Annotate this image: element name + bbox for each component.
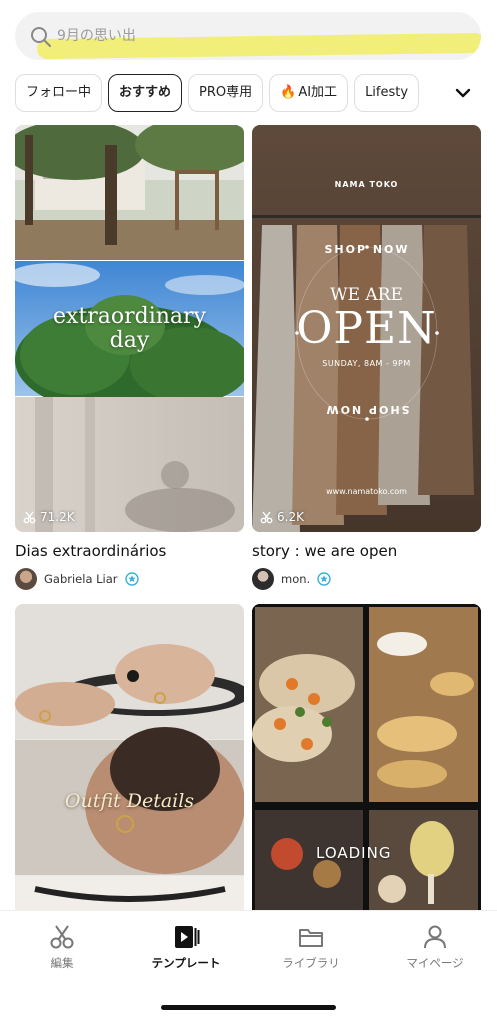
overlay-text: LOADING: [316, 844, 392, 862]
template-title[interactable]: Dias extraordinários: [15, 542, 166, 560]
chip-ai-edit[interactable]: 🔥 AI加工: [269, 74, 349, 112]
avatar: [15, 568, 37, 590]
verified-badge-icon: [317, 572, 331, 586]
author-row[interactable]: mon.: [252, 568, 331, 590]
tab-label: マイページ: [406, 956, 464, 970]
thumbnail-image: [252, 604, 481, 910]
tab-label: テンプレート: [151, 956, 221, 970]
shop-now-bottom: SHOP NOW: [324, 403, 410, 416]
search-icon: [31, 27, 51, 47]
home-indicator[interactable]: [161, 1005, 336, 1010]
chip-pro-only[interactable]: PRO専用: [188, 74, 264, 112]
open-text: OPEN: [296, 303, 437, 354]
scissors-icon: [50, 925, 74, 949]
author-name: Gabriela Liar: [44, 572, 118, 586]
use-count: 71.2K: [23, 510, 75, 524]
category-chips: フォロー中 おすすめ PRO専用 🔥 AI加工 Lifesty: [15, 74, 440, 112]
tab-library[interactable]: ライブラリ: [256, 923, 366, 971]
search-bar[interactable]: [15, 12, 481, 60]
verified-badge-icon: [124, 572, 139, 586]
chip-ai-edit-label: AI加工: [298, 85, 338, 100]
website-text: www.namatoko.com: [326, 487, 407, 496]
template-thumbnail[interactable]: NAMA TOKO SHOP NOW SHOP NOW WE ARE OPEN …: [252, 125, 481, 532]
fire-icon: 🔥: [280, 85, 297, 100]
brand-name: NAMA TOKO: [334, 180, 399, 189]
scissors-icon: [23, 511, 36, 523]
tab-templates[interactable]: テンプレート: [131, 923, 241, 971]
overlay-line-1: extraordinary: [52, 304, 206, 329]
avatar: [252, 568, 274, 590]
chip-recommended[interactable]: おすすめ: [108, 74, 183, 112]
author-name: mon.: [281, 572, 311, 586]
overlay-line-2: day: [109, 328, 150, 353]
tab-label: ライブラリ: [282, 956, 340, 970]
overlay-text: Outfit Details: [64, 790, 195, 812]
template-card[interactable]: LOADING: [252, 604, 481, 910]
chip-lifestyle[interactable]: Lifesty: [354, 74, 420, 112]
shop-now-top: SHOP NOW: [324, 243, 410, 256]
scissors-icon: [260, 511, 273, 523]
use-count-value: 71.2K: [40, 510, 75, 524]
chevron-down-icon[interactable]: [452, 82, 474, 104]
use-count-value: 6.2K: [277, 510, 304, 524]
template-icon: [175, 926, 200, 948]
template-card[interactable]: extraordinary day 71.2K Dias extraordiná…: [15, 125, 244, 595]
we-are-text: WE ARE: [330, 285, 403, 305]
chip-following[interactable]: フォロー中: [15, 74, 103, 112]
thumbnail-image: [15, 604, 244, 910]
template-card[interactable]: NAMA TOKO SHOP NOW SHOP NOW WE ARE OPEN …: [252, 125, 481, 595]
template-thumbnail[interactable]: Outfit Details: [15, 604, 244, 910]
author-row[interactable]: Gabriela Liar: [15, 568, 139, 590]
tab-edit[interactable]: 編集: [7, 923, 117, 971]
use-count: 6.2K: [260, 510, 304, 524]
tab-label: 編集: [50, 956, 74, 970]
search-input[interactable]: [57, 22, 457, 50]
template-thumbnail[interactable]: extraordinary day 71.2K: [15, 125, 244, 532]
template-card[interactable]: Outfit Details: [15, 604, 244, 910]
tab-my-page[interactable]: マイページ: [380, 923, 490, 971]
person-icon: [424, 925, 446, 949]
folder-icon: [299, 929, 323, 947]
template-title[interactable]: story : we are open: [252, 542, 397, 560]
hours-text: SUNDAY, 8AM - 9PM: [322, 359, 411, 368]
template-thumbnail[interactable]: LOADING: [252, 604, 481, 910]
overlay-text: extraordinary day: [15, 305, 244, 353]
